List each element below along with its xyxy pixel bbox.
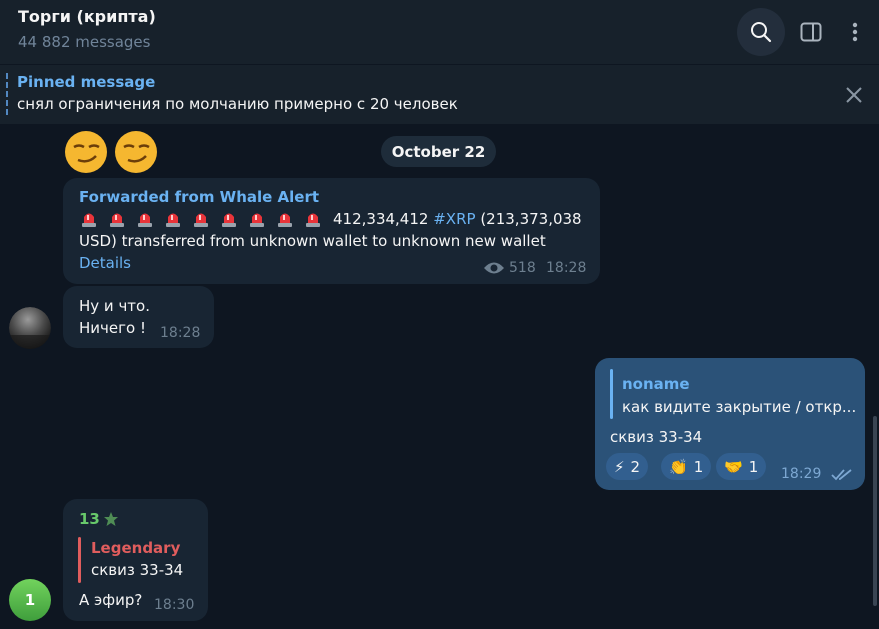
chat-header: Торги (крипта) 44 882 messages <box>0 0 879 64</box>
incoming-message[interactable]: Ну и что. Ничего ! 18:28 <box>63 286 214 348</box>
hashtag-link[interactable]: #XRP <box>433 208 475 230</box>
usd-amount: (213,373,038 <box>480 210 582 228</box>
reply-bar <box>78 537 81 583</box>
message-time: 18:29 <box>781 466 822 482</box>
search-button[interactable] <box>737 8 785 56</box>
reaction-count: 2 <box>630 457 641 476</box>
lightning-icon: ⚡ <box>614 457 625 476</box>
message-count: 44 882 messages <box>18 33 151 51</box>
alert-siren-icons <box>79 209 323 229</box>
star-icon <box>104 512 118 526</box>
message-line-2: Ничего ! <box>79 319 146 337</box>
police-siren-icon <box>138 213 152 227</box>
police-siren-icon <box>278 213 292 227</box>
reaction-count: 1 <box>693 457 704 476</box>
reaction-clap[interactable]: 👏 1 <box>661 453 712 480</box>
details-link[interactable]: Details <box>79 252 131 274</box>
police-siren-icon <box>110 213 124 227</box>
views-count: 518 <box>509 260 536 276</box>
views-icon <box>484 262 504 274</box>
user-avatar[interactable]: 1 <box>9 579 51 621</box>
smirk-emoji-icon[interactable] <box>113 129 159 175</box>
reply-preview[interactable]: сквиз 33-34 <box>91 559 183 581</box>
date-separator: October 22 <box>381 136 496 167</box>
message-time: 18:30 <box>154 597 195 613</box>
pinned-title: Pinned message <box>17 73 156 91</box>
message-time: 18:28 <box>160 325 201 341</box>
handshake-icon: 🤝 <box>724 457 743 476</box>
reply-preview[interactable]: как видите закрытие / откр... <box>622 396 856 418</box>
message-text: А эфир? <box>79 591 143 609</box>
more-vertical-icon <box>852 22 858 42</box>
incoming-message[interactable]: 13 Legendary сквиз 33-34 А эфир? 18:30 <box>63 499 208 621</box>
clapping-hands-icon: 👏 <box>669 457 688 476</box>
toggle-sidebar-button[interactable] <box>787 8 835 56</box>
police-siren-icon <box>194 213 208 227</box>
reply-bar <box>610 369 613 419</box>
sidebar-toggle-icon <box>800 22 822 42</box>
message-line-1: Ну и что. <box>79 297 150 315</box>
more-button[interactable] <box>831 8 879 56</box>
chat-title[interactable]: Торги (крипта) <box>18 7 156 26</box>
user-avatar[interactable] <box>9 307 51 349</box>
forwarded-from-label[interactable]: Forwarded from Whale Alert <box>79 186 319 208</box>
reaction-handshake[interactable]: 🤝 1 <box>716 453 767 480</box>
scrollbar[interactable] <box>873 416 877 606</box>
message-line-2: USD) transferred from unknown wallet to … <box>79 232 546 250</box>
search-icon <box>751 22 772 43</box>
message-line-1: 412,334,412 #XRP (213,373,038 <box>79 208 582 230</box>
police-siren-icon <box>306 213 320 227</box>
police-siren-icon <box>82 213 96 227</box>
pinned-message-bar[interactable]: Pinned message снял ограничения по молча… <box>0 64 879 124</box>
pinned-indicator <box>6 73 8 115</box>
police-siren-icon <box>250 213 264 227</box>
reply-author[interactable]: Legendary <box>91 537 180 559</box>
smirk-emoji-icon[interactable] <box>63 129 109 175</box>
reaction-count: 1 <box>748 457 759 476</box>
forwarded-message[interactable]: Forwarded from Whale Alert 412,334,412 #… <box>63 178 600 284</box>
reaction-lightning[interactable]: ⚡ 2 <box>606 453 649 480</box>
message-text: сквиз 33-34 <box>610 428 703 446</box>
pinned-text: снял ограничения по молчанию примерно с … <box>17 95 458 113</box>
read-checkmarks-icon <box>831 469 852 481</box>
transfer-amount: 412,334,412 <box>333 210 429 228</box>
police-siren-icon <box>166 213 180 227</box>
reply-author[interactable]: noname <box>622 373 690 395</box>
sender-name[interactable]: 13 <box>79 508 100 530</box>
close-icon[interactable] <box>842 83 866 107</box>
police-siren-icon <box>222 213 236 227</box>
message-time: 18:28 <box>546 260 587 276</box>
